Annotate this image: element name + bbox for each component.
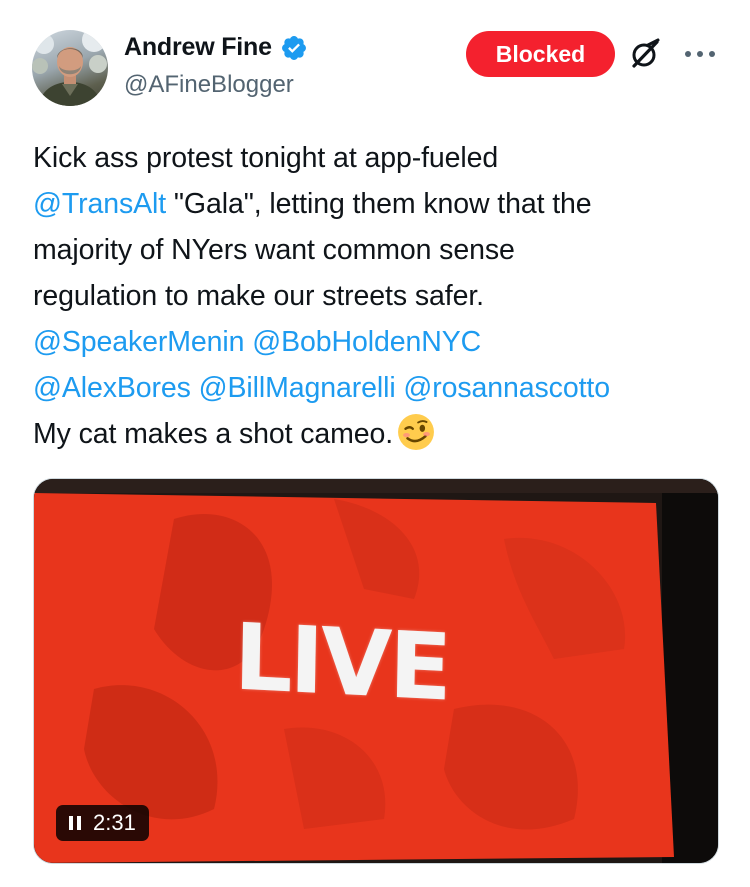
video-duration-badge[interactable]: 2:31 [56, 805, 149, 841]
tweet-line: @AlexBores @BillMagnarelli @rosannascott… [33, 365, 723, 411]
tweet-text-segment: My cat makes a shot cameo. [33, 418, 394, 450]
profile-photo [32, 30, 107, 106]
verified-badge-icon[interactable] [280, 34, 308, 62]
mention-link-billmagnarelli[interactable]: @BillMagnarelli [199, 372, 396, 404]
tweet-line: @SpeakerMenin @BobHoldenNYC [33, 319, 723, 365]
live-screen-text: LIVE [233, 603, 450, 722]
tweet-line: regulation to make our streets safer. [33, 273, 723, 319]
mention-link-speakermenin[interactable]: @SpeakerMenin [33, 326, 245, 358]
tweet-line: majority of NYers want common sense [33, 227, 723, 273]
more-dots-icon[interactable] [682, 40, 718, 68]
avatar[interactable] [32, 30, 108, 106]
grok-icon[interactable] [628, 37, 662, 71]
tweet-line: My cat makes a shot cameo. [33, 411, 723, 457]
tweet-text-segment: "Gala", letting them know that the [166, 188, 592, 220]
video-player[interactable]: LIVE 2:31 [33, 478, 719, 864]
author-name-row[interactable]: Andrew Fine [124, 33, 308, 62]
winking-face-emoji [398, 414, 435, 450]
pause-icon[interactable] [69, 816, 81, 830]
tweet-line: Kick ass protest tonight at app-fueled [33, 135, 723, 181]
display-name[interactable]: Andrew Fine [124, 33, 272, 62]
tweet-text-segment: majority of NYers want common sense [33, 234, 515, 266]
author-handle[interactable]: @AFineBlogger [124, 71, 294, 99]
tweet-text: Kick ass protest tonight at app-fueled @… [33, 135, 723, 457]
mention-link-rosannascotto[interactable]: @rosannascotto [403, 372, 610, 404]
tweet-text-segment: Kick ass protest tonight at app-fueled [33, 142, 499, 174]
mention-link-transalt[interactable]: @TransAlt [33, 188, 166, 220]
tweet-text-segment: regulation to make our streets safer. [33, 280, 484, 312]
mention-link-alexbores[interactable]: @AlexBores [33, 372, 191, 404]
video-duration: 2:31 [93, 810, 136, 835]
blocked-button[interactable]: Blocked [466, 31, 615, 77]
tweet-line: @TransAlt "Gala", letting them know that… [33, 181, 723, 227]
mention-link-bobholdennyc[interactable]: @BobHoldenNYC [252, 326, 481, 358]
